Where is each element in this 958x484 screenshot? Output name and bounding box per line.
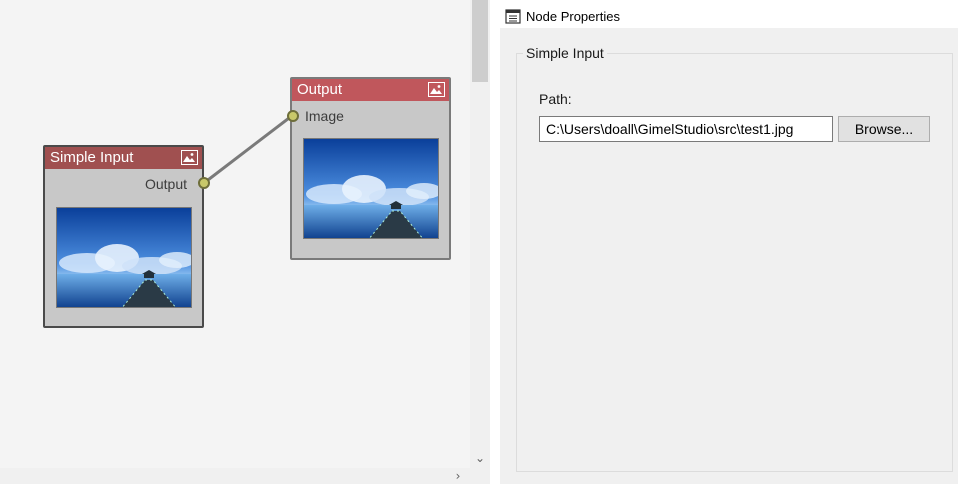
scroll-down-icon[interactable]: ⌄ bbox=[470, 448, 490, 468]
path-input[interactable] bbox=[539, 116, 833, 142]
node-header[interactable]: Simple Input bbox=[45, 147, 202, 169]
image-icon bbox=[181, 150, 198, 165]
properties-icon bbox=[505, 9, 521, 24]
horizontal-scrollbar[interactable]: › bbox=[0, 468, 470, 484]
image-input-socket[interactable] bbox=[287, 110, 299, 122]
scroll-right-icon[interactable]: › bbox=[450, 468, 466, 484]
scrollbar-thumb[interactable] bbox=[472, 0, 488, 82]
property-group: Simple Input Path: Browse... bbox=[516, 45, 953, 472]
scrollbar-corner bbox=[470, 468, 490, 484]
output-node[interactable]: Output Image bbox=[287, 77, 451, 260]
browse-button[interactable]: Browse... bbox=[838, 116, 930, 142]
simple-input-node[interactable]: Simple Input Output bbox=[43, 145, 210, 328]
panel-title: Node Properties bbox=[526, 9, 620, 24]
group-title: Simple Input bbox=[523, 45, 607, 61]
input-socket-label: Image bbox=[305, 108, 344, 124]
node-properties-panel: Node Properties Simple Input Path: Brows… bbox=[500, 0, 958, 484]
node-title: Output bbox=[297, 81, 343, 98]
output-socket-label: Output bbox=[144, 176, 187, 192]
node-image-thumbnail bbox=[56, 207, 192, 308]
properties-body: Simple Input Path: Browse... bbox=[500, 28, 958, 484]
panel-header: Node Properties bbox=[500, 0, 958, 30]
path-label: Path: bbox=[539, 91, 572, 107]
vertical-scrollbar[interactable]: ⌄ bbox=[470, 0, 490, 468]
output-socket[interactable] bbox=[198, 177, 210, 189]
panel-splitter[interactable] bbox=[490, 0, 500, 484]
node-title: Simple Input bbox=[50, 149, 134, 166]
node-graph-canvas[interactable]: Simple Input Output Output Image bbox=[0, 0, 470, 468]
node-header[interactable]: Output bbox=[292, 79, 449, 101]
node-image-thumbnail bbox=[303, 138, 439, 239]
image-icon bbox=[428, 82, 445, 97]
